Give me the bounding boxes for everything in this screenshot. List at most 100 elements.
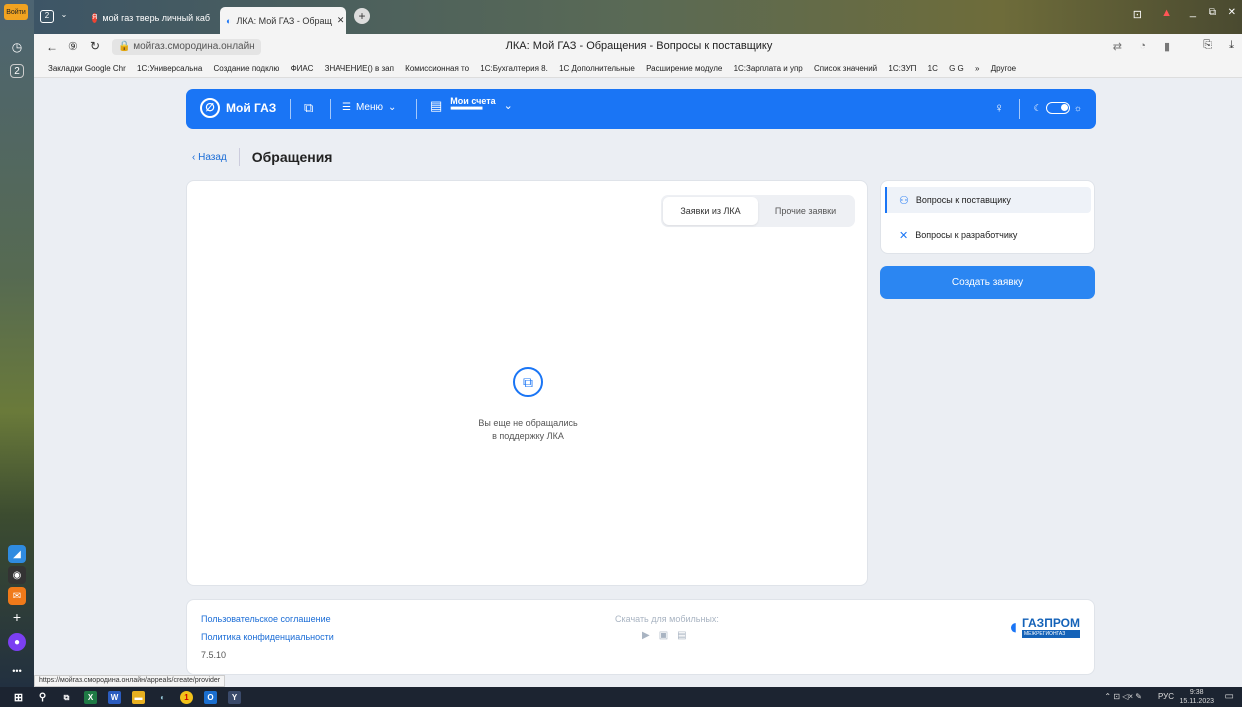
windows-icon[interactable]: ⊞ (12, 691, 25, 704)
bookmark-item[interactable]: Список значений (814, 60, 877, 77)
agreement-link[interactable]: Пользовательское соглашение (201, 614, 331, 624)
yandex-logo-icon[interactable]: ⑨ (68, 40, 78, 53)
bookmark-item[interactable]: Комиссионная то (405, 60, 469, 77)
browser-sidebar: ◷ 2 ◢ ◉ ✉ + ● ••• (0, 0, 34, 687)
1c-icon[interactable]: 1 (180, 691, 193, 704)
appeals-panel: Заявки из ЛКА Прочие заявки ⧉ Вы еще не … (186, 180, 868, 586)
chevron-down-icon: ⌄ (503, 100, 513, 112)
minimize-icon[interactable]: _ (1190, 6, 1196, 18)
add-icon[interactable]: + (8, 608, 26, 626)
tab-lka[interactable]: ◐ ЛКА: Мой ГАЗ - Обращ ✕ (220, 7, 346, 34)
tab-bar: Войти 2 ⌄ Я мой газ тверь личный каб ◐ Л… (4, 0, 1242, 34)
moon-icon: ☾ (1033, 102, 1042, 113)
bookmarks-bar: Закладки Google Chr 1С:Универсальна Созд… (34, 60, 1242, 78)
privacy-link[interactable]: Политика конфиденциальности (201, 632, 334, 642)
accounts-value: ■■■■■■■■■■■■ (450, 106, 483, 112)
bookmark-icon[interactable]: ▮ (1164, 40, 1170, 53)
history-icon[interactable]: ◷ (8, 38, 26, 56)
bookmark-item[interactable]: » (975, 60, 979, 77)
share-icon[interactable]: ⎘ (1203, 39, 1212, 52)
app-icon[interactable]: ◐ (156, 691, 169, 704)
bookmark-item[interactable]: 1С:Бухгалтерия 8. (480, 60, 548, 77)
url-field[interactable]: 🔒 мойгаз.смородина.онлайн (112, 39, 261, 55)
status-url: https://мойгаз.смородина.онлайн/appeals/… (34, 675, 226, 687)
accounts-dropdown[interactable]: ▤ Мои счета ■■■■■■■■■■■■ ⌄ (430, 96, 513, 114)
bookmark-item[interactable]: 1С:Универсальна (137, 60, 202, 77)
clock[interactable]: 9:38 15.11.2023 (1179, 688, 1214, 706)
back-arrow-icon[interactable]: ← (46, 40, 58, 54)
bookmark-item[interactable]: G G (949, 60, 964, 77)
appeals-tabs: Заявки из ЛКА Прочие заявки (661, 195, 855, 227)
mail-icon[interactable]: ✉ (8, 587, 26, 605)
download-icon[interactable]: ⤓ (1229, 39, 1234, 52)
tabs-dropdown-icon[interactable]: ⌄ (58, 10, 70, 22)
taskbar: ⊞ ⚲ ⧉ X W ▬ ◐ 1 O Y ⌃ ⊡ ◁× ✎ РУС 9:38 15… (0, 687, 1242, 707)
menu-button[interactable]: ☰ Меню ⌄ (342, 102, 396, 113)
back-link[interactable]: ‹ Назад (192, 152, 227, 163)
reload-icon[interactable]: ↻ (90, 39, 100, 53)
create-request-button[interactable]: Создать заявку (880, 266, 1095, 299)
bookmark-item[interactable]: ФИАС (291, 60, 314, 77)
close-icon[interactable]: ✕ (337, 15, 345, 26)
folder-icon[interactable]: ▬ (132, 691, 145, 704)
more-icon[interactable]: ••• (8, 662, 26, 680)
bookmark-item[interactable]: Закладки Google Chr (48, 60, 126, 77)
chat-icon[interactable]: ⧉ (304, 100, 313, 116)
divider (1019, 99, 1020, 119)
translate-icon[interactable]: ⇄ (1113, 40, 1122, 53)
store-icons: ▶ ▣ ▤ (633, 630, 687, 641)
tabs-count[interactable]: 2 (40, 10, 54, 23)
bookmark-item[interactable]: 1С:ЗУП (888, 60, 916, 77)
extensions-icon[interactable]: ⊡ (1133, 8, 1142, 21)
bookmark-item[interactable]: 1С Дополнительные (559, 60, 635, 77)
bookmark-item[interactable]: Другое (991, 60, 1016, 77)
yandex-browser-icon[interactable]: Y (228, 691, 241, 704)
brand-logo[interactable]: ∅ Мой ГАЗ (200, 98, 276, 118)
chevron-down-icon: ⌄ (388, 102, 397, 113)
word-icon[interactable]: W (108, 691, 121, 704)
tray-icons[interactable]: ⌃ ⊡ ◁× ✎ (1104, 692, 1142, 701)
url-text: мойгаз.смородина.онлайн (133, 41, 255, 52)
reader-icon[interactable]: ◔ (1139, 40, 1146, 52)
google-play-icon[interactable]: ▶ (642, 630, 650, 641)
accounts-label: Мои счета (450, 96, 496, 106)
tabs-counter-icon[interactable]: 2 (10, 64, 24, 78)
tab-lka-requests[interactable]: Заявки из ЛКА (663, 197, 758, 225)
clock-date: 15.11.2023 (1179, 698, 1214, 705)
back-label: Назад (198, 151, 227, 163)
bookmark-item[interactable]: Расширение модуле (646, 60, 722, 77)
alice-icon[interactable]: ● (8, 633, 26, 651)
app-icon[interactable]: ◉ (8, 566, 26, 584)
outlook-icon[interactable]: O (204, 691, 217, 704)
tab-other-requests[interactable]: Прочие заявки (758, 197, 853, 225)
restore-icon[interactable]: ⧉ (1209, 7, 1216, 18)
bookmark-item[interactable]: 1С:Зарплата и упр (734, 60, 803, 77)
menu-item-developer[interactable]: ✕ Вопросы к разработчику (885, 222, 1091, 248)
empty-line: Вы еще не обращались (478, 418, 578, 428)
close-window-icon[interactable]: ✕ (1228, 7, 1236, 18)
hamburger-icon: ☰ (342, 102, 351, 113)
store-icon[interactable]: ▣ (659, 630, 668, 641)
language-indicator[interactable]: РУС (1158, 692, 1174, 701)
signin-button[interactable]: Войти (4, 4, 28, 20)
bookmark-item[interactable]: ЗНАЧЕНИЕ() в зап (325, 60, 394, 77)
notifications-icon[interactable]: ▭ (1225, 691, 1234, 702)
app-icon[interactable]: ◢ (8, 545, 26, 563)
brand-name: Мой ГАЗ (226, 101, 277, 115)
search-icon[interactable]: ⚲ (36, 691, 49, 704)
menu-item-provider[interactable]: ⚇ Вопросы к поставщику (885, 187, 1091, 213)
task-view-icon[interactable]: ⧉ (60, 691, 73, 704)
lightbulb-icon[interactable]: ♀ (994, 100, 1004, 115)
bookmark-item[interactable]: 1С (928, 60, 938, 77)
tab-mygaz-tver[interactable]: Я мой газ тверь личный каб (86, 8, 216, 28)
theme-toggle[interactable]: ☾ ☼ (1034, 102, 1082, 114)
yandex-icon: Я (92, 13, 98, 23)
bookmark-item[interactable]: Создание подклю (214, 60, 280, 77)
new-tab-button[interactable]: + (354, 8, 370, 24)
appgallery-icon[interactable]: ▤ (677, 630, 686, 641)
profile-icon[interactable]: ▲ (1161, 7, 1172, 19)
excel-icon[interactable]: X (84, 691, 97, 704)
tab-label: ЛКА: Мой ГАЗ - Обращ (236, 15, 332, 26)
mygaz-icon: ◐ (226, 15, 232, 26)
flame-logo-icon: ◖ (1006, 614, 1020, 639)
